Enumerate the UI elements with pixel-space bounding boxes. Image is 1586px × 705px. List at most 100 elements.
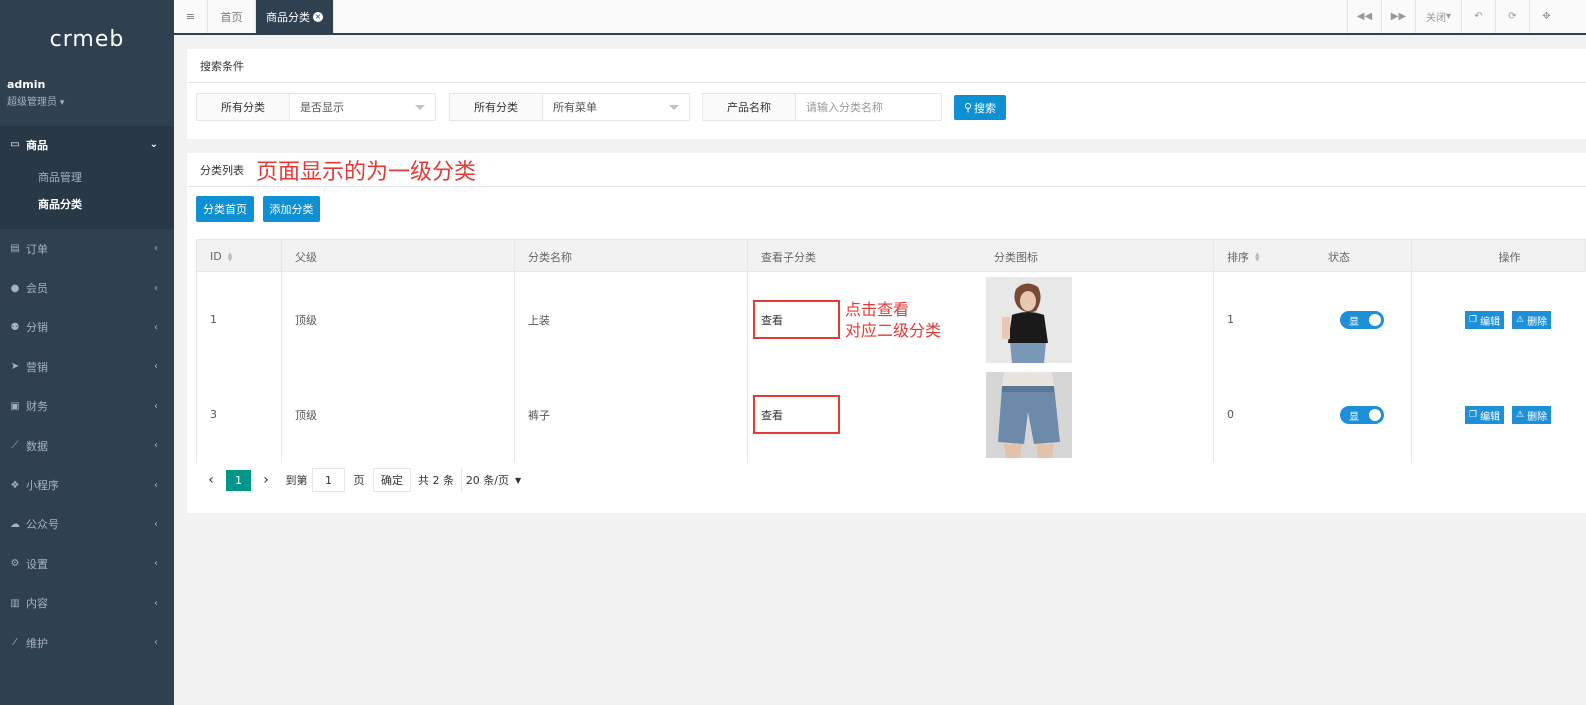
visibility-select[interactable]: 是否显示: [290, 94, 435, 120]
next-page-button[interactable]: ›: [251, 468, 281, 492]
sidebar-item-label: 分销: [26, 321, 48, 335]
backward-icon: ◀◀: [1356, 11, 1373, 22]
category-home-button[interactable]: 分类首页: [196, 196, 254, 222]
filter-visibility: 所有分类 是否显示: [196, 93, 436, 121]
sidebar-item-data[interactable]: ⟋ 数据 ‹: [0, 426, 174, 465]
cell-actions: ❐ 编辑 ⚠ 删除: [1412, 272, 1586, 367]
toggle-knob: [1369, 409, 1381, 421]
tab-home[interactable]: 首页: [208, 0, 256, 33]
sidebar-item-label: 内容: [26, 597, 48, 611]
sidebar-item-members[interactable]: ● 会员 ‹: [0, 268, 174, 307]
user-icon: ●: [10, 282, 20, 294]
app-logo[interactable]: crmeb: [0, 0, 174, 78]
chevron-left-icon: ‹: [154, 361, 158, 373]
column-parent: 父级: [282, 240, 515, 273]
view-children-link[interactable]: 查看: [753, 395, 840, 434]
table-header: ID ▲ ▼ 父级 分类名称 查看子分类 分类图标 排序 ▲ ▼ 状态 操作: [196, 239, 1586, 273]
category-name-input[interactable]: 请输入分类名称: [796, 94, 941, 120]
view-children-link[interactable]: 查看: [753, 300, 840, 339]
chevron-down-icon: ⌄: [149, 139, 158, 150]
refresh-button[interactable]: ⟳: [1495, 0, 1529, 33]
tab-product-category[interactable]: 商品分类 ×: [256, 0, 334, 33]
page-1-button[interactable]: 1: [226, 469, 251, 491]
list-header: 分类列表 页面显示的为一级分类: [187, 153, 1586, 187]
page-number-input[interactable]: 1: [312, 468, 345, 492]
edit-button[interactable]: ❐ 编辑: [1465, 406, 1505, 424]
menu-select[interactable]: 所有菜单: [543, 94, 689, 120]
delete-button[interactable]: ⚠ 删除: [1512, 406, 1552, 424]
select-value: 是否显示: [300, 101, 344, 114]
search-button-label: 搜索: [974, 101, 997, 115]
status-toggle[interactable]: 显: [1340, 311, 1384, 329]
caret-down-icon: [669, 105, 679, 110]
sidebar-item-miniprogram[interactable]: ❖ 小程序 ‹: [0, 465, 174, 504]
column-sort[interactable]: 排序 ▲ ▼ 状态: [1214, 240, 1412, 273]
prev-page-button[interactable]: ‹: [196, 468, 226, 492]
pagination: ‹ 1 › 到第 1 页 确定 共 2 条 20 条/页 ▼: [196, 465, 525, 495]
search-icon: ⚲: [963, 101, 973, 114]
toggle-knob: [1369, 314, 1381, 326]
column-actions: 操作: [1498, 250, 1521, 264]
edit-label: 编辑: [1480, 316, 1501, 328]
annotation-line: 点击查看: [845, 300, 910, 319]
sidebar-item-settings[interactable]: ⚙ 设置 ‹: [0, 544, 174, 583]
chevron-right-icon: ›: [263, 472, 269, 488]
page-size-select[interactable]: 20 条/页 ▼: [461, 468, 525, 492]
book-icon: ▥: [10, 597, 20, 609]
sidebar-item-distribution[interactable]: ⚉ 分销 ‹: [0, 308, 174, 347]
column-view-children: 查看子分类 分类图标: [748, 240, 1214, 273]
edit-button[interactable]: ❐ 编辑: [1465, 311, 1505, 329]
close-tabs-dropdown[interactable]: 关闭 ▾: [1415, 0, 1461, 33]
cell-parent: 顶级: [282, 367, 515, 462]
cell-view-and-icon: 查看 点击查看 对应二级分类: [748, 272, 1214, 367]
tab-scroll-right-button[interactable]: ▶▶: [1381, 0, 1415, 33]
category-image-tops: [986, 277, 1072, 363]
close-icon[interactable]: ×: [313, 11, 323, 22]
sidebar-item-marketing[interactable]: ➤ 营销 ‹: [0, 347, 174, 386]
category-image-pants: [986, 372, 1072, 458]
user-name: admin: [7, 78, 46, 91]
status-toggle[interactable]: 显: [1340, 406, 1384, 424]
sidebar-item-finance[interactable]: ▣ 财务 ‹: [0, 387, 174, 426]
sidebar-item-label: 会员: [26, 282, 48, 296]
back-button[interactable]: ↶: [1461, 0, 1495, 33]
tab-scroll-left-button[interactable]: ◀◀: [1347, 0, 1381, 33]
cell-id: 3: [197, 367, 282, 462]
page-confirm-button[interactable]: 确定: [373, 468, 411, 492]
sidebar-item-orders[interactable]: ▤ 订单 ‹: [0, 229, 174, 268]
sidebar-item-product[interactable]: ▭ 商品 ⌄: [0, 126, 174, 163]
sidebar-item-label: 设置: [26, 557, 48, 571]
filter-label: 所有分类: [450, 94, 543, 120]
add-category-button[interactable]: 添加分类: [263, 196, 320, 222]
sidebar-group-product: ▭ 商品 ⌄ 商品管理 商品分类: [0, 126, 174, 229]
sidebar-item-maintenance[interactable]: ⁄ 维护 ‹: [0, 623, 174, 662]
sidebar-subitem-product-category[interactable]: 商品分类: [0, 190, 174, 217]
cell-name: 裤子: [515, 367, 748, 462]
delete-button[interactable]: ⚠ 删除: [1512, 311, 1552, 329]
wechat-icon: ☁: [10, 518, 20, 530]
annotation-view-children: 点击查看 对应二级分类: [845, 299, 941, 341]
sidebar-item-label: 订单: [26, 242, 48, 256]
column-id[interactable]: ID ▲ ▼: [197, 240, 282, 273]
fullscreen-button[interactable]: ✥: [1529, 0, 1563, 33]
sidebar: crmeb admin 超级管理员 ▭ 商品 ⌄ 商品管理 商品分类 ▤ 订单 …: [0, 0, 174, 705]
annotation-first-level: 页面显示的为一级分类: [256, 159, 477, 185]
sidebar-item-label: 营销: [26, 360, 48, 374]
magic-wand-icon: ⁄: [14, 637, 16, 649]
edit-label: 编辑: [1480, 411, 1501, 423]
column-name: 分类名称: [515, 240, 748, 273]
sidebar-item-content[interactable]: ▥ 内容 ‹: [0, 584, 174, 623]
hamburger-icon: ≡: [185, 10, 196, 23]
search-button[interactable]: ⚲ 搜索: [954, 95, 1006, 120]
sidebar-item-official-account[interactable]: ☁ 公众号 ‹: [0, 505, 174, 544]
menu-toggle-button[interactable]: ≡: [174, 0, 208, 33]
cell-sort-status: 1 显: [1214, 272, 1412, 367]
cell-sort: 0: [1227, 408, 1234, 421]
chevron-left-icon: ‹: [154, 518, 158, 530]
chevron-left-icon: ‹: [154, 243, 158, 255]
forward-icon: ▶▶: [1390, 11, 1407, 22]
close-tabs-label: 关闭: [1425, 13, 1446, 24]
user-role-dropdown[interactable]: 超级管理员: [7, 93, 167, 108]
sidebar-subitem-product-manage[interactable]: 商品管理: [0, 163, 174, 190]
sidebar-item-label: 商品: [26, 138, 48, 152]
